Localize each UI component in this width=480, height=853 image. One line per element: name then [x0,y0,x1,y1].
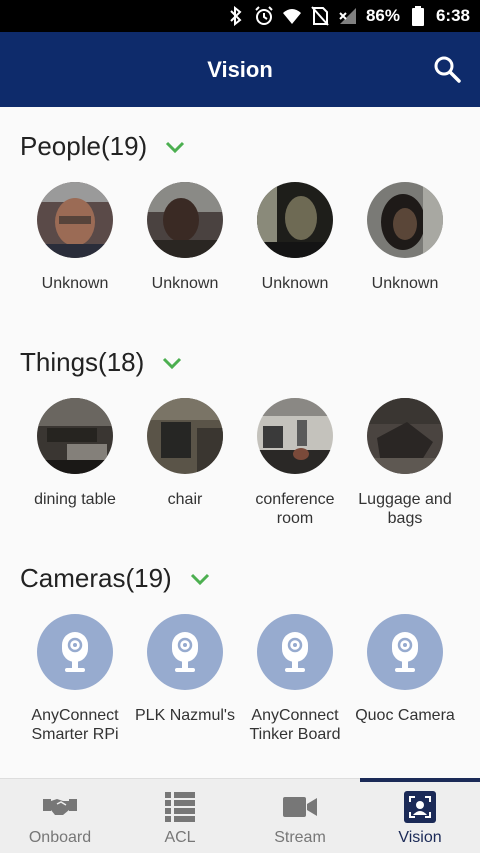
people-header[interactable]: People(19) [20,131,187,162]
battery-icon [408,6,428,26]
webcam-icon [282,632,308,672]
status-bar: 86% 6:38 [0,0,480,32]
thing-thumbnail [257,398,333,474]
things-list: dining table chair conference room Lugga… [20,398,460,528]
nav-label: Vision [398,829,442,846]
camera-label: AnyConnect Tinker Board [249,707,341,743]
thing-label: chair [167,491,203,508]
things-title: Things(18) [20,347,145,377]
chevron-down-icon[interactable] [188,567,212,591]
camera-label: Quoc Camera [355,707,455,724]
thing-label: conference room [255,491,335,527]
people-list: Unknown Unknown Unknown Unknown [20,182,460,293]
search-button[interactable] [432,54,462,84]
people-title: People(19) [20,131,148,161]
cameras-list: AnyConnect Smarter RPi PLK Nazmul's AnyC… [20,614,460,744]
camera-label: PLK Nazmul's [135,707,235,724]
nav-acl[interactable]: ACL [120,779,240,853]
nav-label: ACL [164,829,196,846]
signal-icon [338,6,358,26]
nav-stream[interactable]: Stream [240,779,360,853]
cameras-header[interactable]: Cameras(19) [20,563,212,594]
alarm-icon [254,6,274,26]
person-label: Unknown [261,275,329,292]
person-item[interactable]: Unknown [130,182,240,293]
nav-vision[interactable]: Vision [360,778,480,853]
nav-onboard[interactable]: Onboard [0,779,120,853]
thing-item[interactable]: conference room [240,398,350,528]
list-icon [163,791,197,823]
things-header[interactable]: Things(18) [20,347,184,378]
camera-thumbnail [367,614,443,690]
person-item[interactable]: Unknown [350,182,460,293]
person-thumbnail [367,182,443,258]
face-scan-icon [403,791,437,823]
chevron-down-icon[interactable] [160,351,184,375]
webcam-icon [392,632,418,672]
person-label: Unknown [371,275,439,292]
cameras-title: Cameras(19) [20,563,172,593]
vision-content[interactable]: People(19) Unknown Unknown Unknown Unkno… [0,107,480,778]
camera-item[interactable]: Quoc Camera [350,614,460,744]
thing-label: dining table [34,491,116,508]
person-item[interactable]: Unknown [20,182,130,293]
thing-item[interactable]: dining table [20,398,130,528]
webcam-icon [172,632,198,672]
camera-thumbnail [37,614,113,690]
person-label: Unknown [41,275,109,292]
battery-percent: 86% [365,6,400,25]
thing-thumbnail [147,398,223,474]
clock: 6:38 [435,6,470,25]
nav-label: Onboard [28,829,92,846]
app-bar: Vision [0,32,480,107]
thing-item[interactable]: chair [130,398,240,528]
bottom-nav: Onboard ACL Stream Vision [0,778,480,853]
thing-label: Luggage and bags [358,491,452,527]
thing-thumbnail [367,398,443,474]
page-title: Vision [207,56,273,82]
person-label: Unknown [151,275,219,292]
person-thumbnail [257,182,333,258]
camera-item[interactable]: PLK Nazmul's [130,614,240,744]
camera-thumbnail [257,614,333,690]
camera-item[interactable]: AnyConnect Smarter RPi [20,614,130,744]
camera-label: AnyConnect Smarter RPi [31,707,119,743]
camera-thumbnail [147,614,223,690]
bluetooth-icon [226,6,246,26]
no-sim-icon [310,6,330,26]
chevron-down-icon[interactable] [163,135,187,159]
wifi-icon [282,6,302,26]
person-thumbnail [147,182,223,258]
search-icon [434,56,461,83]
person-thumbnail [37,182,113,258]
person-item[interactable]: Unknown [240,182,350,293]
webcam-icon [62,632,88,672]
nav-label: Stream [274,829,326,846]
camera-item[interactable]: AnyConnect Tinker Board [240,614,350,744]
handshake-icon [43,791,77,823]
thing-item[interactable]: Luggage and bags [350,398,460,528]
video-camera-icon [283,791,317,823]
thing-thumbnail [37,398,113,474]
